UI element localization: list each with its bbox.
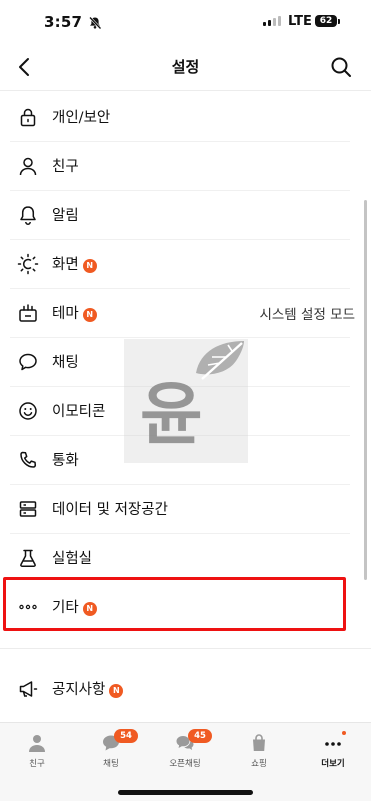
header: 설정 bbox=[0, 48, 371, 86]
shopping-bag-icon bbox=[249, 733, 269, 753]
header-divider bbox=[0, 90, 371, 91]
tab-label: 더보기 bbox=[321, 759, 345, 769]
menu-item-lab[interactable]: 실험실 bbox=[0, 533, 350, 582]
row-divider bbox=[10, 288, 350, 289]
open-chat-icon: 45 bbox=[175, 729, 212, 753]
row-divider bbox=[10, 190, 350, 191]
more-icon bbox=[323, 731, 346, 753]
status-bar: 3:57 LTE 62 bbox=[0, 0, 371, 48]
bell-icon bbox=[17, 204, 39, 226]
chat-filled-icon: 54 bbox=[101, 729, 138, 753]
menu-item-display[interactable]: 화면 N bbox=[0, 239, 350, 288]
search-button[interactable] bbox=[328, 54, 354, 80]
watermark-text: 윤 bbox=[140, 376, 203, 455]
status-time: 3:57 bbox=[44, 13, 83, 31]
menu-item-theme[interactable]: 테마 N 시스템 설정 모드 bbox=[0, 288, 355, 337]
highlight-box bbox=[3, 577, 346, 631]
tab-more[interactable]: 더보기 bbox=[296, 729, 370, 769]
theme-current-value: 시스템 설정 모드 bbox=[259, 306, 355, 323]
tab-open-chats[interactable]: 45 오픈채팅 bbox=[148, 729, 222, 769]
menu-item-label: 공지사항 N bbox=[52, 678, 124, 699]
menu-item-privacy-security[interactable]: 개인/보안 bbox=[0, 92, 350, 141]
menu-item-text: 공지사항 bbox=[52, 682, 106, 698]
menu-item-label: 통화 bbox=[52, 453, 79, 469]
menu-item-label: 이모티콘 bbox=[52, 404, 106, 420]
home-indicator bbox=[118, 790, 253, 795]
new-badge: N bbox=[109, 684, 124, 698]
megaphone-icon bbox=[17, 678, 39, 700]
smiley-icon bbox=[17, 400, 39, 422]
tab-label: 친구 bbox=[29, 759, 45, 769]
tab-label: 쇼핑 bbox=[251, 759, 267, 769]
page-title: 설정 bbox=[171, 58, 200, 76]
menu-item-notifications[interactable]: 알림 bbox=[0, 190, 350, 239]
menu-item-label: 개인/보안 bbox=[52, 110, 111, 126]
menu-item-friends[interactable]: 친구 bbox=[0, 141, 350, 190]
brightness-icon bbox=[17, 253, 39, 275]
menu-item-notice[interactable]: 공지사항 N bbox=[0, 664, 350, 713]
row-divider bbox=[10, 141, 350, 142]
watermark-logo: 윤 bbox=[124, 339, 248, 463]
menu-item-label: 채팅 bbox=[52, 355, 79, 371]
menu-item-text: 화면 bbox=[52, 257, 79, 273]
menu-item-label: 친구 bbox=[52, 159, 79, 175]
new-badge: N bbox=[82, 259, 97, 273]
battery-icon: 62 bbox=[315, 15, 337, 27]
tab-label: 오픈채팅 bbox=[169, 759, 201, 769]
unread-badge: 45 bbox=[188, 729, 212, 743]
notification-dot bbox=[342, 731, 346, 735]
row-divider bbox=[10, 484, 350, 485]
menu-item-label: 테마 N bbox=[52, 302, 97, 323]
theme-icon bbox=[17, 302, 39, 324]
tab-chats[interactable]: 54 채팅 bbox=[74, 729, 148, 769]
new-badge: N bbox=[82, 308, 97, 322]
phone-icon bbox=[17, 449, 39, 471]
menu-item-text: 테마 bbox=[52, 306, 79, 322]
person-filled-icon bbox=[27, 733, 47, 753]
search-icon bbox=[331, 57, 351, 77]
storage-icon bbox=[17, 498, 39, 520]
bell-muted-icon bbox=[88, 15, 102, 34]
person-icon bbox=[17, 155, 39, 177]
row-divider bbox=[10, 239, 350, 240]
battery-tip bbox=[338, 19, 340, 24]
row-divider bbox=[10, 337, 350, 338]
signal-icon bbox=[263, 16, 281, 26]
flask-icon bbox=[17, 547, 39, 569]
network-type: LTE bbox=[288, 14, 312, 29]
menu-item-label: 화면 N bbox=[52, 253, 97, 274]
chat-bubble-icon bbox=[17, 351, 39, 373]
scrollbar[interactable] bbox=[364, 200, 367, 580]
tab-shopping[interactable]: 쇼핑 bbox=[222, 729, 296, 769]
lock-icon bbox=[17, 106, 39, 128]
section-divider bbox=[0, 648, 371, 649]
menu-item-label: 실험실 bbox=[52, 551, 93, 567]
menu-item-label: 데이터 및 저장공간 bbox=[52, 502, 168, 518]
tab-label: 채팅 bbox=[103, 759, 119, 769]
unread-badge: 54 bbox=[114, 729, 138, 743]
tab-friends[interactable]: 친구 bbox=[0, 729, 74, 769]
menu-item-data-storage[interactable]: 데이터 및 저장공간 bbox=[0, 484, 350, 533]
menu-item-label: 알림 bbox=[52, 208, 79, 224]
row-divider bbox=[10, 533, 350, 534]
